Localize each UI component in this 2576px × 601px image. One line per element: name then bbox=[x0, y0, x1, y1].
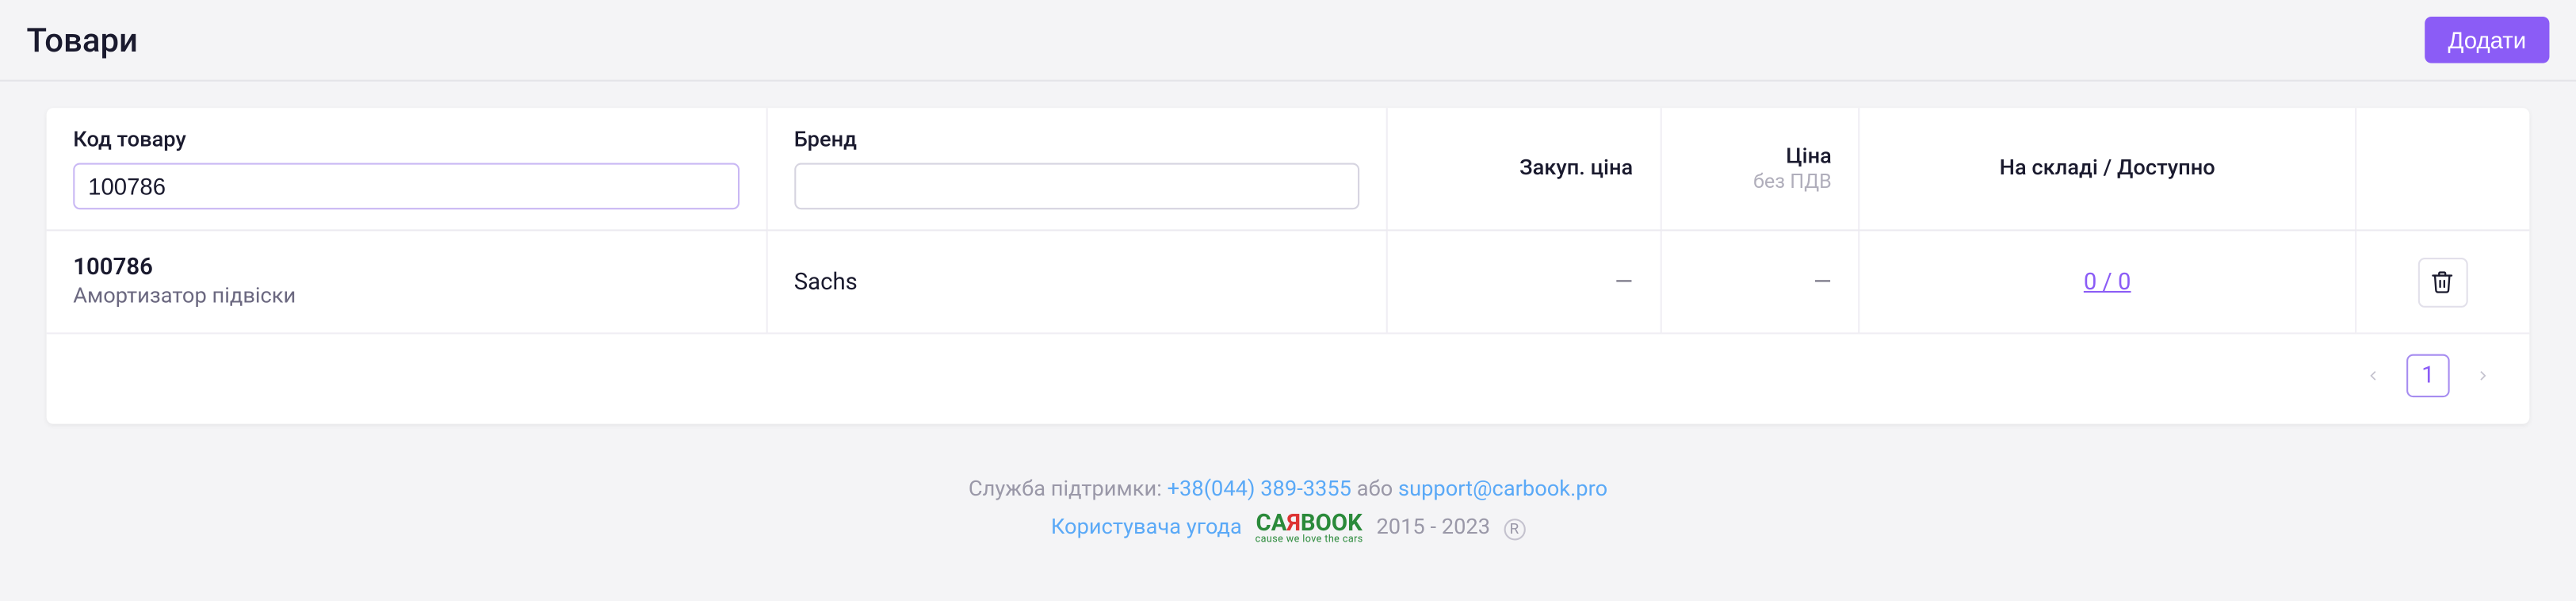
chevron-right-icon bbox=[2475, 367, 2491, 384]
pagination: 1 bbox=[47, 354, 2503, 398]
footer-legal-line: Користувача угода CAЯBOOK cause we love … bbox=[0, 509, 2576, 548]
page-header: Товари Додати bbox=[0, 0, 2576, 82]
col-header-brand: Бренд bbox=[766, 108, 1387, 230]
footer-support-line: Служба підтримки: +38(044) 389-3355 або … bbox=[0, 470, 2576, 509]
support-phone[interactable]: +38(044) 389-3355 bbox=[1168, 477, 1351, 502]
cell-brand: Sachs bbox=[766, 230, 1387, 333]
support-prefix: Служба підтримки: bbox=[969, 477, 1168, 502]
col-header-code: Код товару bbox=[47, 108, 766, 230]
col-header-actions bbox=[2356, 108, 2529, 230]
carbook-logo: CAЯBOOK cause we love the cars bbox=[1256, 512, 1363, 545]
products-card: Код товару Бренд Закуп. ціна Ціна без ПД… bbox=[47, 108, 2530, 423]
filter-brand-input[interactable] bbox=[794, 163, 1360, 209]
add-button[interactable]: Додати bbox=[2425, 17, 2549, 63]
col-header-brand-label: Бренд bbox=[794, 128, 857, 152]
footer-years: 2015 - 2023 bbox=[1376, 509, 1490, 548]
cell-buyprice: — bbox=[1387, 230, 1661, 333]
support-email[interactable]: support@carbook.pro bbox=[1398, 477, 1607, 502]
cell-price: — bbox=[1661, 230, 1859, 333]
product-name: Амортизатор підвіски bbox=[73, 285, 739, 309]
page-title: Товари bbox=[27, 20, 138, 59]
registered-icon: R bbox=[1504, 518, 1525, 539]
col-header-code-label: Код товару bbox=[73, 128, 186, 152]
pagination-current[interactable]: 1 bbox=[2406, 354, 2450, 398]
pagination-next[interactable] bbox=[2463, 356, 2502, 396]
filter-code-input[interactable] bbox=[73, 163, 739, 209]
table-row: 100786 Амортизатор підвіски Sachs — — 0 … bbox=[47, 230, 2530, 333]
col-header-stock: На складі / Доступно bbox=[1859, 108, 2356, 230]
logo-tagline: cause we love the cars bbox=[1256, 535, 1363, 545]
col-header-price: Ціна без ПДВ bbox=[1661, 108, 1859, 230]
delete-button[interactable] bbox=[2418, 257, 2468, 307]
trash-icon bbox=[2430, 270, 2455, 294]
pagination-prev[interactable] bbox=[2353, 356, 2393, 396]
products-table: Код товару Бренд Закуп. ціна Ціна без ПД… bbox=[47, 108, 2530, 334]
product-code: 100786 bbox=[73, 255, 739, 281]
cell-actions bbox=[2356, 230, 2529, 333]
col-header-price-sub: без ПДВ bbox=[1753, 169, 1832, 192]
user-agreement-link[interactable]: Користувача угода bbox=[1051, 509, 1242, 548]
col-header-price-label: Ціна bbox=[1786, 144, 1832, 168]
col-header-stock-label: На складі / Доступно bbox=[2000, 156, 2215, 181]
col-header-buyprice: Закуп. ціна bbox=[1387, 108, 1661, 230]
cell-stock: 0 / 0 bbox=[1859, 230, 2356, 333]
cell-code: 100786 Амортизатор підвіски bbox=[47, 230, 766, 333]
footer: Служба підтримки: +38(044) 389-3355 або … bbox=[0, 470, 2576, 548]
stock-link[interactable]: 0 / 0 bbox=[2084, 269, 2131, 296]
col-header-buyprice-label: Закуп. ціна bbox=[1519, 156, 1633, 181]
chevron-left-icon bbox=[2365, 367, 2382, 384]
support-or: або bbox=[1357, 477, 1398, 502]
